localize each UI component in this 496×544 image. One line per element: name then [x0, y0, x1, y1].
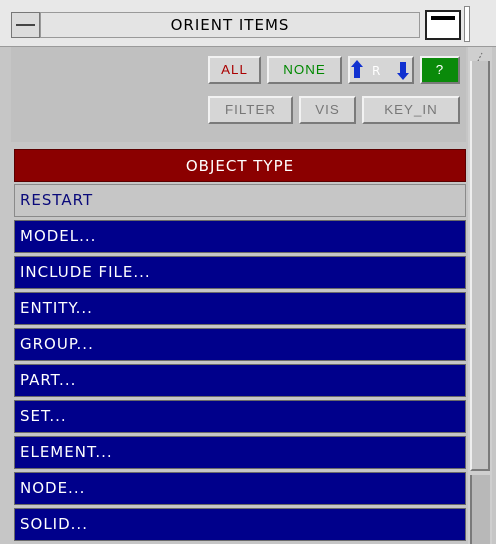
swap-letter: R — [372, 64, 381, 78]
toolbar: ALL NONE R ? FILTER VIS KEY_IN — [11, 47, 466, 142]
list-item-element[interactable]: ELEMENT... — [14, 436, 466, 469]
title-bar: ORIENT ITEMS — [0, 0, 496, 47]
object-type-list: RESTART MODEL... INCLUDE FILE... ENTITY.… — [14, 184, 466, 544]
list-item-group[interactable]: GROUP... — [14, 328, 466, 361]
all-button[interactable]: ALL — [208, 56, 261, 84]
resize-handle[interactable] — [464, 6, 470, 42]
key-in-button[interactable]: KEY_IN — [362, 96, 460, 124]
vertical-scrollbar[interactable] — [468, 47, 492, 544]
vis-button[interactable]: VIS — [299, 96, 356, 124]
swap-button[interactable]: R — [348, 56, 414, 84]
minimize-icon[interactable] — [11, 12, 40, 38]
list-item-node[interactable]: NODE... — [14, 472, 466, 505]
scrollbar-track[interactable] — [470, 475, 490, 544]
list-item-solid[interactable]: SOLID... — [14, 508, 466, 541]
filter-button[interactable]: FILTER — [208, 96, 293, 124]
list-item-include-file[interactable]: INCLUDE FILE... — [14, 256, 466, 289]
help-button[interactable]: ? — [420, 56, 460, 84]
maximize-icon[interactable] — [425, 10, 461, 40]
none-button[interactable]: NONE — [267, 56, 342, 84]
object-type-header: OBJECT TYPE — [14, 149, 466, 182]
swap-arrows-icon: R — [351, 60, 409, 80]
list-item-entity[interactable]: ENTITY... — [14, 292, 466, 325]
list-item-set[interactable]: SET... — [14, 400, 466, 433]
list-item-restart[interactable]: RESTART — [14, 184, 466, 217]
list-item-model[interactable]: MODEL... — [14, 220, 466, 253]
list-item-part[interactable]: PART... — [14, 364, 466, 397]
scrollbar-thumb[interactable] — [470, 61, 490, 471]
window-title: ORIENT ITEMS — [40, 12, 420, 38]
